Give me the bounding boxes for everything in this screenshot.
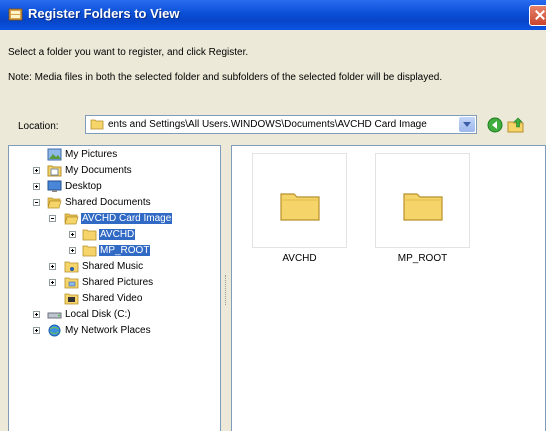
folder-open-icon <box>47 197 62 209</box>
tree-item-label: My Documents <box>65 165 132 176</box>
app-icon <box>8 8 23 21</box>
collapse-icon[interactable] <box>33 199 40 206</box>
file-tile-mp-root[interactable] <box>375 153 470 248</box>
tree-item-label: MP_ROOT <box>99 245 151 256</box>
expand-icon[interactable] <box>69 247 76 254</box>
tree-item-shared-video[interactable]: Shared Video <box>9 292 209 306</box>
window-title: Register Folders to View <box>28 6 180 21</box>
expand-icon[interactable] <box>49 279 56 286</box>
my-documents-icon <box>47 165 62 177</box>
chevron-down-icon[interactable] <box>459 117 475 132</box>
tree-item-shared-documents[interactable]: Shared Documents <box>9 196 209 210</box>
expand-icon[interactable] <box>33 183 40 190</box>
note-text: Note: Media files in both the selected f… <box>8 72 443 83</box>
tree-item-label: AVCHD <box>99 229 136 240</box>
shared-pictures-icon <box>64 277 79 289</box>
tree-item-desktop[interactable]: Desktop <box>9 180 209 194</box>
folder-icon <box>82 229 97 241</box>
file-label: AVCHD <box>282 253 317 264</box>
local-disk-icon <box>47 312 62 319</box>
tree-item-label: AVCHD Card Image <box>81 213 173 224</box>
expand-icon[interactable] <box>33 167 40 174</box>
file-label: MP_ROOT <box>397 253 448 264</box>
location-label: Location: <box>18 121 59 132</box>
tree-item-avchd-card-image[interactable]: AVCHD Card Image <box>9 212 209 226</box>
folder-icon <box>280 193 320 221</box>
folder-tree[interactable]: My Pictures My Documents Desktop Shared … <box>8 145 221 431</box>
register-folders-dialog: Register Folders to View Select a folder… <box>0 0 546 431</box>
tree-item-my-documents[interactable]: My Documents <box>9 164 209 178</box>
tree-item-mp-root[interactable]: MP_ROOT <box>9 244 209 258</box>
tree-item-label: Local Disk (C:) <box>65 309 131 320</box>
tree-item-my-network-places[interactable]: My Network Places <box>9 324 209 338</box>
tree-item-label: Desktop <box>65 181 102 192</box>
tree-item-avchd[interactable]: AVCHD <box>9 228 209 242</box>
tree-item-shared-music[interactable]: Shared Music <box>9 260 209 274</box>
pane-splitter[interactable] <box>221 145 231 431</box>
desktop-icon <box>47 180 62 192</box>
tree-item-label: Shared Music <box>82 261 144 272</box>
title-bar[interactable]: Register Folders to View <box>0 0 546 30</box>
tree-item-label: My Pictures <box>65 149 118 160</box>
tree-item-label: My Network Places <box>65 325 151 336</box>
tree-item-label: Shared Pictures <box>82 277 154 288</box>
location-value: ents and Settings\All Users.WINDOWS\Docu… <box>108 119 427 130</box>
expand-icon[interactable] <box>69 231 76 238</box>
file-tile-avchd[interactable] <box>252 153 347 248</box>
my-pictures-icon <box>47 148 62 161</box>
tree-item-local-disk[interactable]: Local Disk (C:) <box>9 308 209 322</box>
folder-icon <box>90 119 104 130</box>
tree-item-my-pictures[interactable]: My Pictures <box>9 148 209 162</box>
shared-music-icon <box>64 261 79 273</box>
folder-icon <box>403 193 443 221</box>
shared-video-icon <box>64 293 79 305</box>
expand-icon[interactable] <box>33 311 40 318</box>
folder-open-icon <box>64 213 79 225</box>
folder-icon <box>82 245 97 257</box>
collapse-icon[interactable] <box>49 215 56 222</box>
network-places-icon <box>48 324 61 337</box>
location-combobox[interactable]: ents and Settings\All Users.WINDOWS\Docu… <box>85 115 477 134</box>
instruction-text: Select a folder you want to register, an… <box>8 47 249 58</box>
tree-item-label: Shared Video <box>82 293 143 304</box>
expand-icon[interactable] <box>33 327 40 334</box>
tree-item-shared-pictures[interactable]: Shared Pictures <box>9 276 209 290</box>
expand-icon[interactable] <box>49 263 56 270</box>
up-folder-icon[interactable] <box>507 116 525 134</box>
tree-item-label: Shared Documents <box>65 197 151 208</box>
back-icon[interactable] <box>486 116 504 134</box>
close-button[interactable] <box>529 5 546 26</box>
